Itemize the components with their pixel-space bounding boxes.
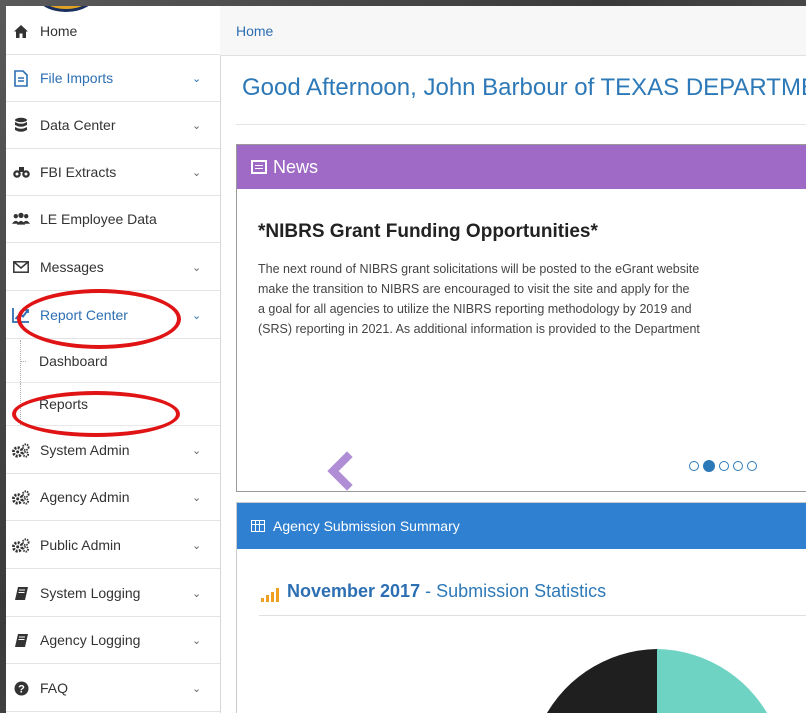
chevron-down-icon: ⌄ — [192, 682, 202, 695]
sidebar-item-system-logging[interactable]: System Logging ⌄ — [6, 570, 220, 617]
sidebar-item-label: Public Admin — [40, 537, 121, 553]
sidebar-item-label: System Admin — [40, 442, 130, 458]
sidebar-item-agency-admin[interactable]: Agency Admin ⌄ — [6, 474, 220, 521]
users-icon — [12, 210, 30, 228]
sidebar-item-fbi-extracts[interactable]: FBI Extracts ⌄ — [6, 149, 220, 196]
sidebar-item-label: Report Center — [40, 307, 128, 323]
submission-summary-title: Agency Submission Summary — [273, 518, 460, 534]
file-icon — [12, 69, 30, 87]
sidebar-item-label: Agency Logging — [40, 632, 141, 648]
news-body-line: make the transition to NIBRS are encoura… — [258, 282, 690, 296]
news-panel: News *NIBRS Grant Funding Opportunities*… — [236, 144, 806, 492]
sidebar-item-le-employee-data[interactable]: LE Employee Data — [6, 196, 220, 243]
sidebar-subitem-label: Dashboard — [39, 353, 108, 369]
chevron-down-icon: ⌄ — [192, 491, 202, 504]
sidebar-subitem-label: Reports — [39, 396, 89, 412]
app-window: Home File Imports ⌄ Data Center ⌄ FBI Ex… — [6, 6, 806, 713]
sidebar-item-label: Data Center — [40, 117, 116, 133]
sidebar-subitem-dashboard[interactable]: Dashboard — [6, 340, 220, 383]
breadcrumb: Home — [220, 6, 806, 56]
breadcrumb-home-link[interactable]: Home — [236, 23, 273, 39]
carousel-dot[interactable] — [719, 461, 729, 471]
news-body-line: The next round of NIBRS grant solicitati… — [258, 262, 700, 276]
envelope-icon — [12, 258, 30, 276]
divider — [236, 124, 806, 125]
submission-summary-header: Agency Submission Summary — [237, 503, 806, 549]
sidebar-item-data-center[interactable]: Data Center ⌄ — [6, 102, 220, 149]
sidebar-item-system-admin[interactable]: System Admin ⌄ — [6, 427, 220, 474]
pie-slice-dark — [547, 649, 657, 713]
chevron-down-icon: ⌄ — [192, 261, 202, 274]
question-icon: ? — [12, 679, 30, 697]
table-icon — [251, 520, 265, 532]
sidebar-item-messages[interactable]: Messages ⌄ — [6, 244, 220, 291]
sidebar: Home File Imports ⌄ Data Center ⌄ FBI Ex… — [6, 6, 221, 713]
sidebar-item-label: Agency Admin — [40, 489, 130, 505]
news-body-line: (SRS) reporting in 2021. As additional i… — [258, 322, 700, 336]
binoculars-icon — [12, 163, 30, 181]
sidebar-item-file-imports[interactable]: File Imports ⌄ — [6, 55, 220, 102]
sidebar-item-agency-logging[interactable]: Agency Logging ⌄ — [6, 617, 220, 664]
sidebar-item-faq[interactable]: ? FAQ ⌄ — [6, 665, 220, 712]
chevron-down-icon: ⌄ — [192, 119, 202, 132]
chevron-down-icon: ⌄ — [192, 444, 202, 457]
submission-summary-panel: Agency Submission Summary November 2017 … — [236, 502, 806, 713]
pie-slice-teal — [657, 649, 767, 713]
book-icon — [12, 631, 30, 649]
chevron-down-icon: ⌄ — [192, 72, 202, 85]
home-icon — [12, 22, 30, 40]
carousel-dot[interactable] — [747, 461, 757, 471]
carousel-dot[interactable] — [689, 461, 699, 471]
stats-month: November 2017 — [287, 581, 421, 601]
sidebar-item-public-admin[interactable]: Public Admin ⌄ — [6, 522, 220, 569]
submission-pie-chart — [547, 649, 767, 713]
news-header: News — [237, 145, 806, 189]
chevron-down-icon: ⌄ — [192, 166, 202, 179]
cogs-icon — [12, 441, 30, 459]
stats-heading: November 2017 - Submission Statistics — [261, 581, 606, 602]
news-article-body: The next round of NIBRS grant solicitati… — [258, 259, 806, 339]
sidebar-item-label: File Imports — [40, 70, 114, 86]
sidebar-item-label: Home — [40, 23, 78, 39]
carousel-indicators — [689, 460, 757, 472]
cogs-icon — [12, 536, 30, 554]
sidebar-item-report-center[interactable]: Report Center ⌄ — [6, 292, 220, 339]
svg-text:?: ? — [18, 683, 25, 695]
signal-bars-icon — [261, 586, 279, 602]
sidebar-item-label: LE Employee Data — [40, 211, 157, 227]
sidebar-subitem-reports[interactable]: Reports — [6, 383, 220, 426]
chevron-down-icon: ⌄ — [192, 587, 202, 600]
news-body-line: a goal for all agencies to utilize the N… — [258, 302, 692, 316]
divider — [259, 615, 806, 616]
newspaper-icon — [251, 160, 267, 174]
greeting-heading: Good Afternoon, John Barbour of TEXAS DE… — [242, 74, 806, 101]
database-icon — [12, 116, 30, 134]
chevron-down-icon: ⌄ — [192, 539, 202, 552]
stats-subtitle: Submission Statistics — [436, 581, 607, 601]
sidebar-item-label: System Logging — [40, 585, 141, 601]
sidebar-item-label: FBI Extracts — [40, 164, 117, 180]
carousel-dot[interactable] — [733, 461, 743, 471]
carousel-prev-icon[interactable] — [327, 451, 355, 491]
news-article-title: *NIBRS Grant Funding Opportunities* — [258, 221, 598, 242]
stats-separator: - — [420, 581, 437, 601]
news-header-label: News — [273, 156, 319, 177]
chevron-down-icon: ⌄ — [192, 634, 202, 647]
carousel-dot[interactable] — [703, 460, 715, 472]
cogs-icon — [12, 488, 30, 506]
chevron-down-icon: ⌄ — [192, 309, 202, 322]
sidebar-item-label: FAQ — [40, 680, 69, 696]
book-icon — [12, 584, 30, 602]
sidebar-item-label: Messages — [40, 259, 104, 275]
sidebar-item-home[interactable]: Home — [6, 8, 220, 55]
chart-icon — [12, 306, 30, 324]
